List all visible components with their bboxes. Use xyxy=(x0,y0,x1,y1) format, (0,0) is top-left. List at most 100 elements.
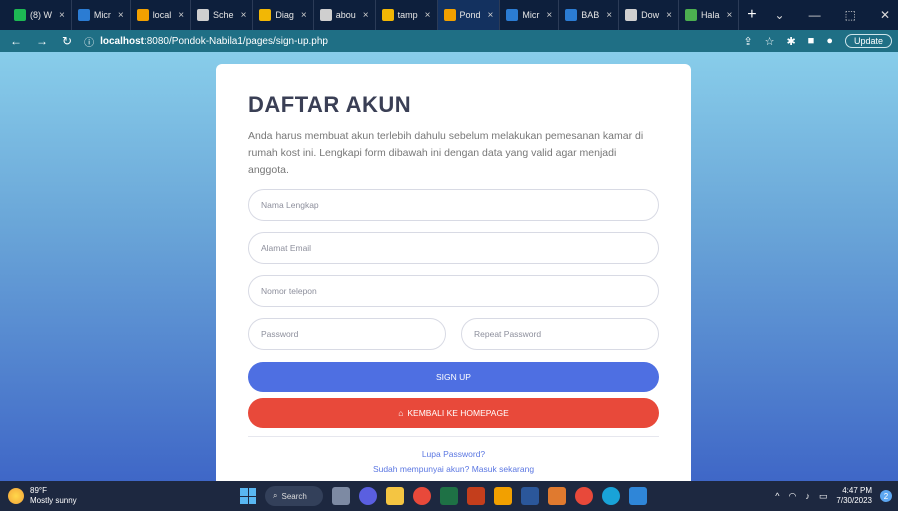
tab-label: Dow xyxy=(641,10,660,20)
chrome-profile-icon[interactable] xyxy=(575,487,593,505)
minimize-icon[interactable]: — xyxy=(809,8,821,22)
tab-favicon-icon xyxy=(77,9,90,21)
home-icon: ⌂ xyxy=(398,408,404,418)
app-icon[interactable] xyxy=(548,487,566,505)
tray-overflow-icon[interactable]: ^ xyxy=(775,491,779,501)
back-icon[interactable]: ← xyxy=(10,34,22,48)
password-input[interactable]: Password xyxy=(248,318,446,350)
profile-avatar[interactable]: ● xyxy=(826,35,833,47)
tab-close-icon[interactable]: × xyxy=(666,10,672,21)
address-bar: ← → ↻ ⓘ localhost:8080/Pondok-Nabila1/pa… xyxy=(0,30,898,52)
page-title: DAFTAR AKUN xyxy=(248,92,412,117)
tab-label: BAB xyxy=(581,10,600,20)
taskbar: 89°F Mostly sunny ⌕ Search ^ ◠ ♪ ▭ 4:47 … xyxy=(0,481,898,511)
tab-close-icon[interactable]: × xyxy=(363,10,369,21)
url-field[interactable]: ⓘ localhost:8080/Pondok-Nabila1/pages/si… xyxy=(84,34,328,49)
restore-icon[interactable]: ⬚ xyxy=(845,8,856,22)
search-icon: ⌕ xyxy=(273,491,278,500)
tab-close-icon[interactable]: × xyxy=(59,10,65,21)
email-input[interactable]: Alamat Email xyxy=(248,232,659,264)
tab-close-icon[interactable]: × xyxy=(118,10,124,21)
tab-favicon-icon xyxy=(625,9,638,21)
browser-tab[interactable]: abou × xyxy=(314,0,376,30)
tab-close-icon[interactable]: × xyxy=(546,10,552,21)
side-panel-icon[interactable]: ■ xyxy=(808,35,815,47)
edge-icon[interactable] xyxy=(602,487,620,505)
wifi-icon[interactable]: ◠ xyxy=(789,491,797,502)
reload-icon[interactable]: ↻ xyxy=(62,34,72,48)
powerpoint-icon[interactable] xyxy=(467,487,485,505)
repeat-password-input[interactable]: Repeat Password xyxy=(461,318,659,350)
clock[interactable]: 4:47 PM 7/30/2023 xyxy=(836,486,872,506)
back-to-homepage-label: KEMBALI KE HOMEPAGE xyxy=(407,408,509,418)
tab-close-icon[interactable]: × xyxy=(425,10,431,21)
chrome-icon[interactable] xyxy=(413,487,431,505)
file-explorer-gallery-icon[interactable] xyxy=(332,487,350,505)
tab-label: Diag xyxy=(275,10,294,20)
tab-close-icon[interactable]: × xyxy=(241,10,247,21)
time: 4:47 PM xyxy=(842,486,872,495)
site-info-icon[interactable]: ⓘ xyxy=(84,34,94,49)
new-tab-button[interactable]: + xyxy=(747,6,756,24)
browser-tab[interactable]: Micr × xyxy=(72,0,131,30)
browser-tab[interactable]: local × xyxy=(131,0,192,30)
browser-tab[interactable]: Sche × xyxy=(191,0,254,30)
vscode-icon[interactable] xyxy=(629,487,647,505)
forgot-password-link[interactable]: Lupa Password? xyxy=(248,449,659,459)
extensions-icon[interactable]: ✱ xyxy=(786,35,795,48)
tab-close-icon[interactable]: × xyxy=(726,10,732,21)
browser-tab[interactable]: Dow × xyxy=(619,0,679,30)
signup-button[interactable]: SIGN UP xyxy=(248,362,659,392)
update-button[interactable]: Update xyxy=(844,34,892,48)
volume-icon[interactable]: ♪ xyxy=(805,491,810,501)
browser-tab[interactable]: tamp × xyxy=(376,0,438,30)
login-link[interactable]: Sudah mempunyai akun? Masuk sekarang xyxy=(248,464,659,474)
battery-icon[interactable]: ▭ xyxy=(819,491,828,502)
close-window-icon[interactable]: ✕ xyxy=(880,8,890,22)
weather-widget[interactable]: 89°F Mostly sunny xyxy=(8,486,77,506)
tab-label: tamp xyxy=(397,10,418,20)
share-icon[interactable]: ⇪ xyxy=(743,35,752,48)
browser-tab[interactable]: BAB × xyxy=(559,0,620,30)
notification-badge[interactable]: 2 xyxy=(880,490,892,502)
xampp-icon[interactable] xyxy=(494,487,512,505)
browser-tab[interactable]: Micr × xyxy=(500,0,560,30)
navigation-buttons: ← → ↻ xyxy=(10,34,72,48)
temperature: 89°F xyxy=(30,486,47,495)
tab-favicon-icon xyxy=(136,9,149,21)
tab-search-icon[interactable]: ⌄ xyxy=(775,8,785,22)
file-explorer-icon[interactable] xyxy=(386,487,404,505)
tab-close-icon[interactable]: × xyxy=(178,10,184,21)
excel-icon[interactable] xyxy=(440,487,458,505)
full-name-input[interactable]: Nama Lengkap xyxy=(248,189,659,221)
url-host: localhost xyxy=(100,35,144,47)
phone-input[interactable]: Nomor telepon xyxy=(248,275,659,307)
back-to-homepage-button[interactable]: ⌂ KEMBALI KE HOMEPAGE xyxy=(248,398,659,428)
forward-icon[interactable]: → xyxy=(36,34,48,48)
signup-card: DAFTAR AKUN Anda harus membuat akun terl… xyxy=(216,64,691,489)
teams-chat-icon[interactable] xyxy=(359,487,377,505)
tab-label: abou xyxy=(335,10,356,20)
tab-close-icon[interactable]: × xyxy=(606,10,612,21)
browser-tab[interactable]: (8) W × xyxy=(8,0,72,30)
tab-label: (8) W xyxy=(30,10,52,20)
tab-favicon-icon xyxy=(14,9,26,21)
taskbar-search[interactable]: ⌕ Search xyxy=(265,486,323,506)
windows-start-icon[interactable] xyxy=(240,488,256,504)
system-tray: ^ ◠ ♪ ▭ 4:47 PM 7/30/2023 xyxy=(775,481,872,511)
tab-close-icon[interactable]: × xyxy=(488,10,494,21)
taskbar-apps: ⌕ Search xyxy=(240,481,647,511)
signup-label: SIGN UP xyxy=(436,372,471,382)
tab-favicon-icon xyxy=(565,9,578,21)
tab-label: Hala xyxy=(700,10,720,20)
word-icon[interactable] xyxy=(521,487,539,505)
browser-tab[interactable]: Hala × xyxy=(679,0,740,30)
browser-tab[interactable]: Diag × xyxy=(253,0,314,30)
window-controls: ⌄ — ⬚ ✕ xyxy=(775,0,890,30)
tab-label: Sche xyxy=(213,10,234,20)
bookmark-star-icon[interactable]: ☆ xyxy=(765,35,775,48)
tab-close-icon[interactable]: × xyxy=(301,10,307,21)
tab-list: (8) W × Micr × local × Sche × Diag × abou × tamp × Pon… xyxy=(8,0,740,30)
sun-icon xyxy=(8,488,24,504)
browser-tab[interactable]: Pond × xyxy=(437,0,501,30)
